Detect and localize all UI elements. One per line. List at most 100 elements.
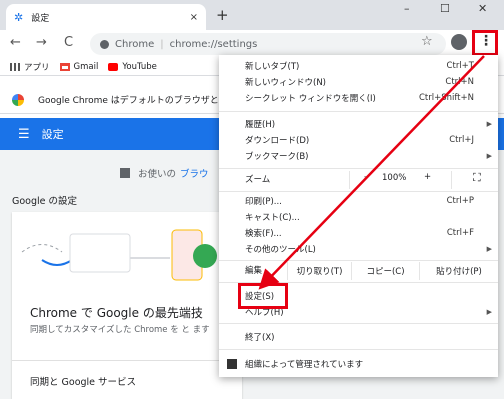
menu-item-downloads[interactable]: ダウンロード(D) Ctrl+J bbox=[219, 132, 498, 148]
menu-divider bbox=[219, 349, 498, 350]
sync-illustration bbox=[21, 229, 217, 281]
close-window-button[interactable]: ✕ bbox=[478, 2, 487, 15]
page-title: 設定 bbox=[41, 128, 64, 141]
menu-edit-row: 編集 切り取り(T) コピー(C) 貼り付け(P) bbox=[219, 262, 498, 280]
zoom-in-button[interactable]: + bbox=[424, 172, 431, 182]
menu-divider bbox=[219, 168, 498, 169]
managed-link[interactable]: ブラウ bbox=[180, 166, 209, 180]
url-text: chrome://settings bbox=[169, 38, 258, 50]
tab-strip: ✲ 設定 × + – ☐ ✕ bbox=[0, 0, 504, 30]
sync-google-services-link[interactable]: 同期と Google サービス bbox=[30, 374, 136, 388]
zoom-out-button[interactable]: – bbox=[364, 172, 368, 182]
menu-shortcut: Ctrl+J bbox=[449, 135, 474, 145]
new-tab-button[interactable]: + bbox=[216, 6, 229, 24]
bookmark-star-icon[interactable]: ☆ bbox=[421, 34, 433, 49]
zoom-separator bbox=[349, 171, 350, 189]
forward-button[interactable]: → bbox=[36, 35, 47, 50]
menu-item-new-window[interactable]: 新しいウィンドウ(N) Ctrl+N bbox=[219, 74, 498, 90]
tab-close-button[interactable]: × bbox=[190, 12, 198, 23]
google-settings-card: Chrome で Google の最先端技 同期してカスタマイズした Chrom… bbox=[12, 212, 242, 399]
infobar-text: Google Chrome はデフォルトのブラウザと bbox=[38, 96, 219, 106]
toolbar: ← → C Chrome | chrome://settings ☆ bbox=[0, 30, 504, 58]
menu-shortcut: Ctrl+Shift+N bbox=[418, 93, 474, 103]
address-bar[interactable]: Chrome | chrome://settings bbox=[90, 33, 446, 55]
tab-title: 設定 bbox=[31, 13, 50, 24]
chrome-menu-button[interactable]: ⋮ bbox=[479, 33, 493, 49]
menu-item-label: その他のツール(L) bbox=[245, 245, 316, 255]
menu-item-label: 新しいウィンドウ(N) bbox=[245, 78, 326, 88]
cut-button[interactable]: 切り取り(T) bbox=[287, 262, 351, 280]
card-description: 同期してカスタマイズした Chrome を と ます bbox=[30, 325, 210, 335]
bookmark-label: Gmail bbox=[73, 61, 99, 72]
menu-item-label: 履歴(H) bbox=[245, 120, 276, 130]
hamburger-menu-icon[interactable]: ☰ bbox=[18, 127, 30, 142]
chrome-logo-icon bbox=[12, 93, 24, 106]
menu-item-label: ダウンロード(D) bbox=[245, 136, 310, 146]
card-title: Chrome で Google の最先端技 bbox=[30, 306, 203, 320]
apps-grid-icon bbox=[10, 62, 20, 71]
bookmark-label: アプリ bbox=[24, 62, 50, 73]
fullscreen-icon[interactable]: ⛶ bbox=[473, 171, 481, 185]
menu-item-label: 検索(F)... bbox=[245, 229, 282, 239]
menu-divider bbox=[219, 111, 498, 112]
edit-label: 編集 bbox=[245, 266, 263, 276]
back-button[interactable]: ← bbox=[10, 35, 21, 50]
gear-icon: ✲ bbox=[14, 10, 24, 24]
menu-item-label: 組織によって管理されています bbox=[245, 360, 364, 370]
menu-shortcut: Ctrl+N bbox=[445, 77, 474, 87]
bookmark-youtube[interactable]: YouTube bbox=[108, 62, 157, 72]
menu-shortcut: Ctrl+P bbox=[446, 196, 474, 206]
menu-item-exit[interactable]: 終了(X) bbox=[219, 329, 498, 345]
submenu-arrow-icon: ▶ bbox=[486, 152, 492, 160]
menu-item-more-tools[interactable]: その他のツール(L) ▶ bbox=[219, 241, 498, 257]
menu-item-bookmarks[interactable]: ブックマーク(B) ▶ bbox=[219, 148, 498, 164]
url-separator: | bbox=[160, 38, 164, 50]
submenu-arrow-icon: ▶ bbox=[486, 120, 492, 128]
menu-item-incognito[interactable]: シークレット ウィンドウを開く(I) Ctrl+Shift+N bbox=[219, 90, 498, 106]
menu-divider bbox=[219, 191, 498, 192]
building-icon bbox=[120, 168, 130, 178]
minimize-button[interactable]: – bbox=[404, 2, 410, 15]
menu-divider bbox=[219, 260, 498, 261]
paste-button[interactable]: 貼り付け(P) bbox=[419, 262, 498, 280]
menu-item-cast[interactable]: キャスト(C)... bbox=[219, 209, 498, 225]
menu-item-find[interactable]: 検索(F)... Ctrl+F bbox=[219, 225, 498, 241]
menu-item-print[interactable]: 印刷(P)... Ctrl+P bbox=[219, 193, 498, 209]
managed-notice: お使いの ブラウ bbox=[120, 166, 209, 180]
menu-item-label: ブックマーク(B) bbox=[245, 152, 309, 162]
menu-divider bbox=[219, 323, 498, 324]
bookmark-label: YouTube bbox=[122, 61, 157, 72]
zoom-label: ズーム bbox=[245, 175, 271, 185]
menu-item-label: 終了(X) bbox=[245, 333, 275, 343]
section-title: Google の設定 bbox=[12, 196, 78, 207]
managed-text: お使いの bbox=[138, 169, 177, 180]
menu-item-label: キャスト(C)... bbox=[245, 213, 300, 223]
copy-button[interactable]: コピー(C) bbox=[351, 262, 419, 280]
chrome-menu: 新しいタブ(T) Ctrl+T 新しいウィンドウ(N) Ctrl+N シークレッ… bbox=[219, 55, 498, 377]
menu-item-label: 新しいタブ(T) bbox=[245, 62, 300, 72]
menu-shortcut: Ctrl+F bbox=[446, 228, 474, 238]
menu-shortcut: Ctrl+T bbox=[446, 61, 474, 71]
gmail-icon bbox=[59, 62, 70, 71]
bookmark-gmail[interactable]: Gmail bbox=[59, 61, 99, 72]
zoom-separator bbox=[451, 171, 452, 189]
card-divider bbox=[12, 360, 242, 361]
submenu-arrow-icon: ▶ bbox=[486, 308, 492, 316]
menu-zoom-row: ズーム – 100% + ⛶ bbox=[219, 171, 498, 189]
tab-settings[interactable]: ✲ 設定 × bbox=[6, 4, 206, 30]
menu-item-label: 印刷(P)... bbox=[245, 197, 282, 207]
reload-button[interactable]: C bbox=[64, 35, 73, 50]
site-info-icon[interactable] bbox=[100, 39, 109, 49]
site-name: Chrome bbox=[115, 38, 155, 50]
zoom-percent: 100% bbox=[382, 173, 407, 183]
menu-item-history[interactable]: 履歴(H) ▶ bbox=[219, 116, 498, 132]
submenu-arrow-icon: ▶ bbox=[486, 245, 492, 253]
profile-avatar[interactable] bbox=[451, 34, 467, 50]
maximize-button[interactable]: ☐ bbox=[440, 2, 450, 15]
menu-item-managed[interactable]: 組織によって管理されています bbox=[219, 356, 498, 372]
settings-item-highlight bbox=[238, 283, 288, 309]
menu-item-new-tab[interactable]: 新しいタブ(T) Ctrl+T bbox=[219, 58, 498, 74]
building-icon bbox=[227, 359, 237, 369]
youtube-icon bbox=[108, 62, 119, 71]
bookmark-apps[interactable]: アプリ bbox=[10, 61, 50, 73]
